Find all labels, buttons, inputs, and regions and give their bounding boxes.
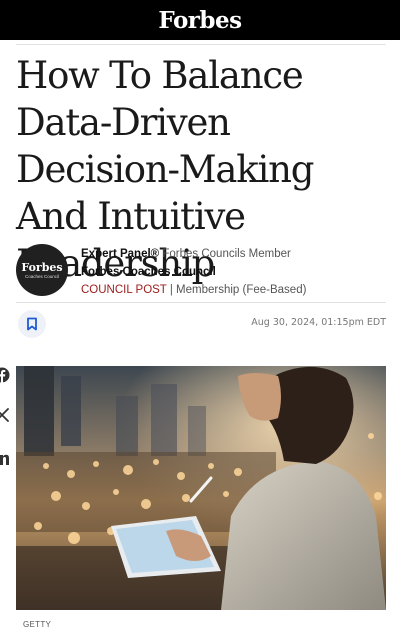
avatar-subtitle: Coaches Council: [24, 273, 60, 279]
byline-separator: |: [169, 284, 173, 296]
share-x-button[interactable]: [0, 407, 10, 423]
divider: [16, 302, 386, 303]
avatar-brand: Forbes: [21, 260, 63, 274]
expert-panel-link[interactable]: Expert Panel®: [81, 248, 159, 260]
hero-image[interactable]: [16, 366, 386, 610]
council-name-link[interactable]: Forbes Coaches Council: [81, 266, 216, 278]
bookmark-button[interactable]: [18, 310, 46, 338]
site-header: Forbes: [0, 0, 400, 40]
image-credit: GETTY: [23, 620, 52, 629]
forbes-logo[interactable]: Forbes: [158, 7, 242, 34]
author-line-3: COUNCIL POST | Membership (Fee-Based): [81, 281, 306, 299]
publish-date: Aug 30, 2024, 01:15pm EDT: [251, 317, 386, 328]
facebook-icon: [0, 367, 10, 383]
share-linkedin-button[interactable]: [0, 450, 10, 466]
author-avatar[interactable]: Forbes Coaches Council: [16, 244, 68, 296]
author-line-2: Forbes Coaches Council: [81, 263, 306, 281]
hero-photo: [16, 366, 386, 610]
divider: [16, 44, 386, 45]
membership-label: Membership (Fee-Based): [176, 284, 307, 296]
author-byline: Expert Panel® Forbes Councils Member For…: [81, 245, 306, 299]
x-twitter-icon: [0, 408, 9, 422]
author-line-1: Expert Panel® Forbes Councils Member: [81, 245, 306, 263]
author-role: Forbes Councils Member: [162, 248, 291, 260]
linkedin-icon: [0, 454, 9, 465]
bookmark-icon: [27, 317, 37, 331]
share-facebook-button[interactable]: [0, 367, 10, 383]
council-post-label[interactable]: COUNCIL POST: [81, 284, 167, 296]
